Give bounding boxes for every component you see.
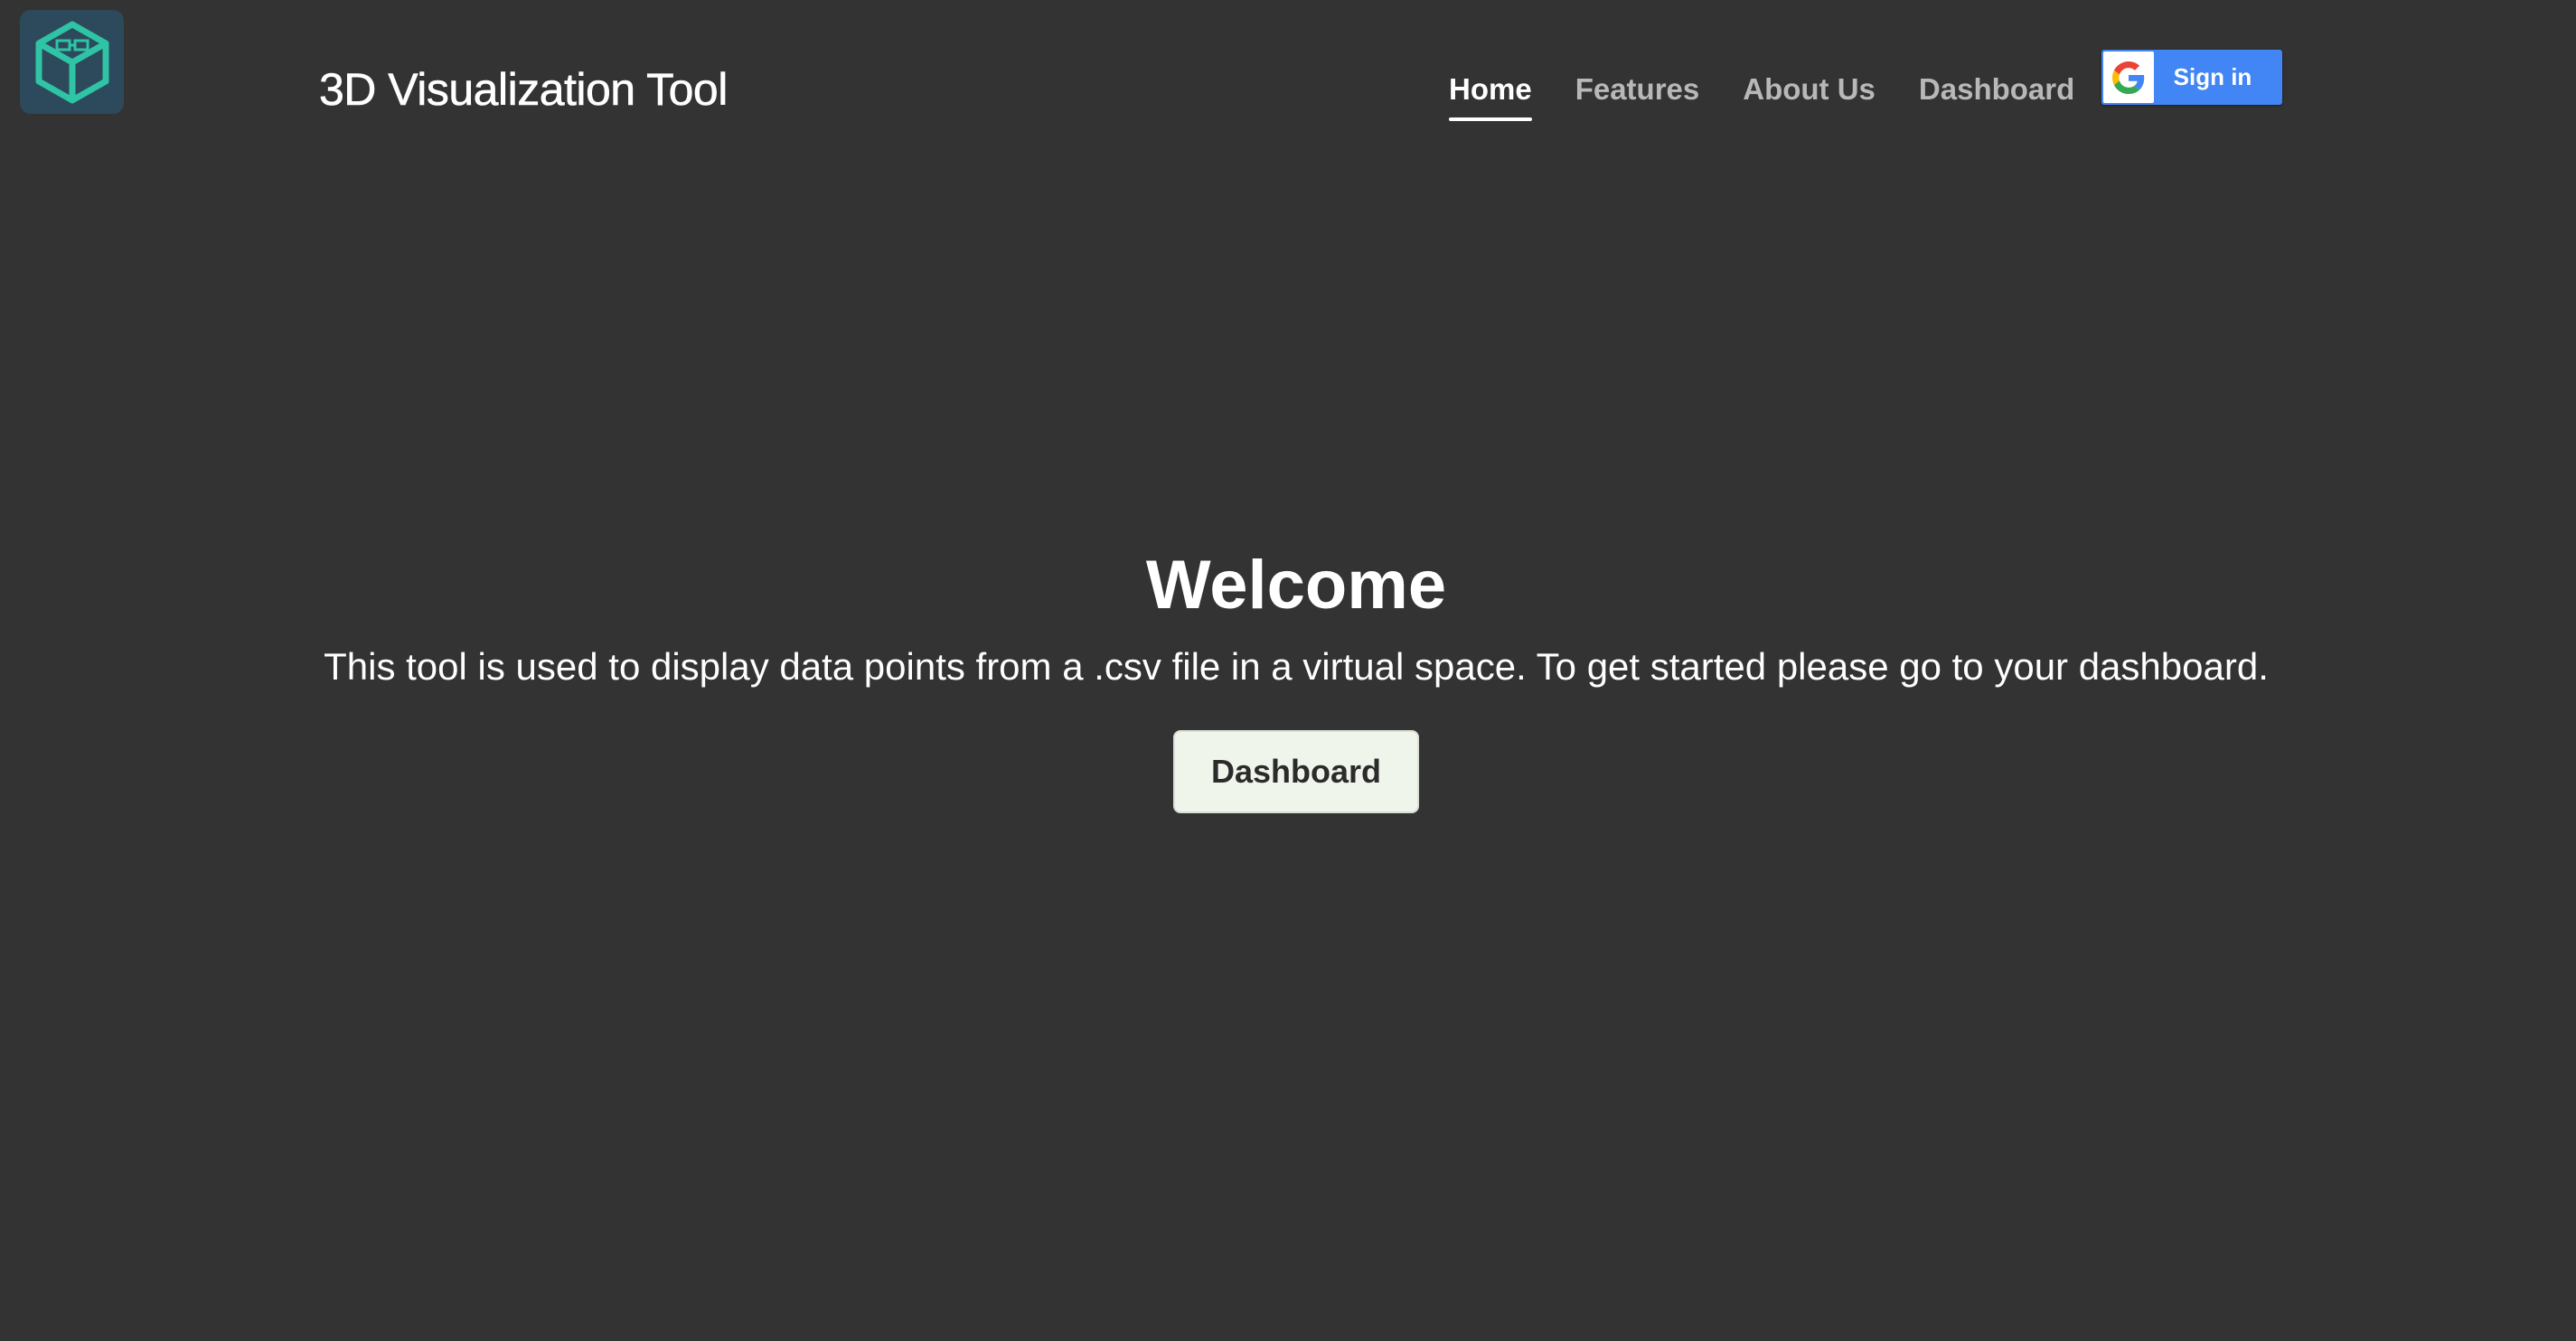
main-nav: Home Features About Us Dashboard — [1449, 72, 2118, 121]
nav-dashboard[interactable]: Dashboard — [1919, 72, 2074, 121]
nav-home[interactable]: Home — [1449, 72, 1532, 121]
app-title[interactable]: 3D Visualization Tool — [319, 63, 729, 116]
nav-about-us[interactable]: About Us — [1743, 72, 1876, 121]
dashboard-button[interactable]: Dashboard — [1173, 730, 1419, 813]
google-icon-box — [2103, 52, 2154, 103]
nav-features[interactable]: Features — [1575, 72, 1700, 121]
app-logo[interactable] — [20, 10, 124, 114]
signin-label: Sign in — [2173, 63, 2252, 90]
welcome-description: This tool is used to display data points… — [324, 645, 2269, 688]
cube-icon — [35, 21, 108, 103]
page: 3D Visualization Tool Home Features Abou… — [0, 0, 2576, 1341]
google-signin-button[interactable]: Sign in — [2101, 50, 2282, 105]
welcome-heading: Welcome — [1145, 547, 1447, 624]
google-icon — [2112, 61, 2145, 94]
